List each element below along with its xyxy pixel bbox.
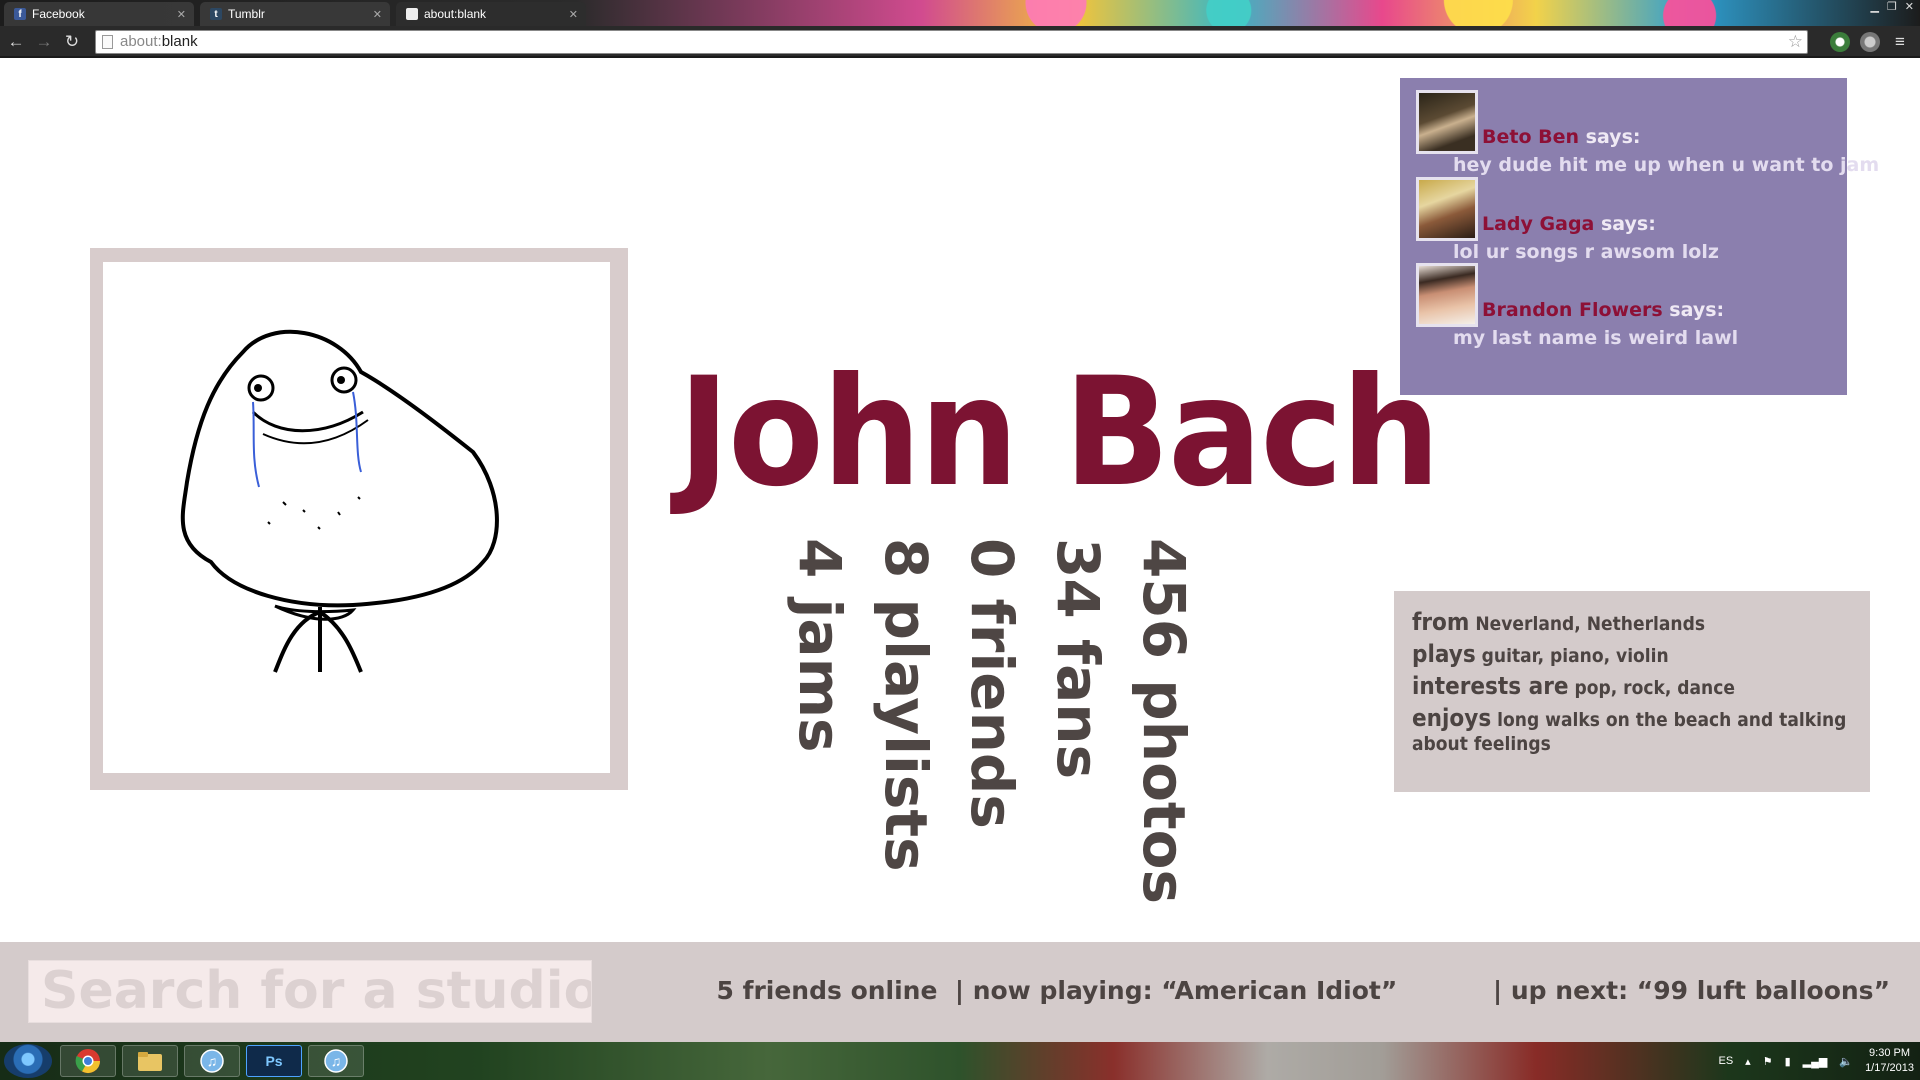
- about-plays: plays guitar, piano, violin: [1412, 640, 1669, 668]
- studio-search-input[interactable]: Search for a studio: [28, 960, 592, 1023]
- friends-online-link[interactable]: 5 friends online: [716, 976, 937, 1005]
- up-next[interactable]: | up next: “99 luft balloons”: [1493, 976, 1890, 1005]
- page-icon: [406, 8, 418, 20]
- avatar[interactable]: [1416, 263, 1478, 327]
- clock-date: 1/17/2013: [1865, 1062, 1914, 1074]
- battery-icon[interactable]: ▮: [1785, 1055, 1791, 1068]
- itunes-taskbar-icon[interactable]: ♫: [184, 1045, 240, 1077]
- url-scheme: about:: [120, 33, 162, 50]
- comments-panel: Beto Ben says: hey dude hit me up when u…: [1400, 78, 1879, 395]
- comment-item: Lady Gaga says: lol ur songs r awsom lol…: [1416, 177, 1836, 263]
- comment-item: Brandon Flowers says: my last name is we…: [1416, 263, 1836, 349]
- menu-icon[interactable]: ≡: [1890, 32, 1910, 52]
- avatar[interactable]: [1416, 90, 1478, 154]
- comment-text: my last name is weird lawl: [1453, 327, 1739, 349]
- bookmark-star-icon[interactable]: ☆: [1788, 31, 1803, 53]
- page-icon: [102, 35, 113, 49]
- close-window-icon[interactable]: ✕: [1905, 0, 1914, 13]
- comment-item: Beto Ben says: hey dude hit me up when u…: [1416, 90, 1879, 176]
- tab-strip: f Facebook ✕ t Tumblr ✕ about:blank ✕ ▁ …: [0, 0, 1920, 26]
- facebook-icon: f: [14, 8, 26, 20]
- reload-icon[interactable]: ↻: [62, 32, 82, 52]
- profile-photo: [103, 262, 610, 773]
- svg-text:♫: ♫: [331, 1053, 342, 1069]
- back-icon[interactable]: ←: [6, 32, 26, 52]
- restore-icon[interactable]: ❐: [1887, 0, 1897, 13]
- tab-about-blank[interactable]: about:blank ✕: [396, 2, 586, 26]
- avatar[interactable]: [1416, 177, 1478, 241]
- chrome-taskbar-icon[interactable]: [60, 1045, 116, 1077]
- chrome-icon: [75, 1049, 100, 1074]
- language-indicator[interactable]: ES: [1718, 1055, 1733, 1067]
- comment-author[interactable]: Beto Ben says:: [1482, 126, 1640, 148]
- address-bar[interactable]: about:blank ☆: [95, 30, 1808, 54]
- comment-text: lol ur songs r awsom lolz: [1453, 241, 1719, 263]
- profile-name: John Bach: [678, 346, 1441, 520]
- extension-icon[interactable]: [1860, 32, 1880, 52]
- about-panel: from Neverland, Netherlands plays guitar…: [1394, 591, 1870, 792]
- extension-icon[interactable]: [1830, 32, 1850, 52]
- about-enjoys-continued: about feelings: [1412, 733, 1551, 755]
- tab-tumblr[interactable]: t Tumblr ✕: [200, 2, 390, 26]
- tab-label: Facebook: [32, 7, 85, 21]
- about-from: from Neverland, Netherlands: [1412, 608, 1706, 636]
- now-playing[interactable]: | now playing: “American Idiot”: [955, 976, 1397, 1005]
- itunes-icon: ♫: [200, 1049, 224, 1073]
- stat-playlists[interactable]: 8 playlists: [870, 538, 942, 872]
- url-path: blank: [161, 33, 198, 50]
- comment-text: hey dude hit me up when u want to jam: [1453, 154, 1880, 176]
- tab-facebook[interactable]: f Facebook ✕: [4, 2, 194, 26]
- stat-jams[interactable]: 4 jams: [784, 538, 856, 848]
- close-icon[interactable]: ✕: [569, 8, 578, 21]
- tab-label: Tumblr: [228, 7, 265, 21]
- action-center-flag-icon[interactable]: ⚑: [1763, 1055, 1773, 1068]
- player-status: 5 friends online | now playing: “America…: [716, 976, 1890, 1005]
- minimize-icon[interactable]: ▁: [1870, 0, 1878, 13]
- itunes-icon: ♫: [324, 1049, 348, 1073]
- folder-icon: [138, 1052, 162, 1071]
- system-tray: ES ▴ ⚑ ▮ ▂▄▆ 🔈 9:30 PM 1/17/2013: [1718, 1046, 1914, 1076]
- tumblr-icon: t: [210, 8, 222, 20]
- explorer-taskbar-icon[interactable]: [122, 1045, 178, 1077]
- stat-fans[interactable]: 34 fans: [1042, 538, 1114, 848]
- clock[interactable]: 9:30 PM 1/17/2013: [1865, 1046, 1914, 1076]
- forever-alone-face-image: [180, 329, 499, 673]
- windows-taskbar: ♫ Ps ♫ ES ▴ ⚑ ▮ ▂▄▆ 🔈 9:30 PM 1/17/2013: [0, 1042, 1920, 1080]
- close-icon[interactable]: ✕: [177, 8, 186, 21]
- clock-time: 9:30 PM: [1869, 1047, 1911, 1059]
- comment-author[interactable]: Brandon Flowers says:: [1482, 299, 1724, 321]
- forward-icon[interactable]: →: [34, 32, 54, 52]
- window-controls: ▁ ❐ ✕: [1870, 0, 1914, 13]
- close-icon[interactable]: ✕: [373, 8, 382, 21]
- network-signal-icon[interactable]: ▂▄▆: [1803, 1055, 1828, 1068]
- stat-photos[interactable]: 456 photos: [1128, 538, 1200, 904]
- bottom-bar: Search for a studio 5 friends online | n…: [0, 942, 1920, 1042]
- photoshop-taskbar-icon[interactable]: Ps: [246, 1045, 302, 1077]
- tab-label: about:blank: [424, 7, 487, 21]
- stat-friends[interactable]: 0 friends: [956, 538, 1028, 848]
- svg-text:♫: ♫: [207, 1053, 218, 1069]
- volume-icon[interactable]: 🔈: [1839, 1055, 1853, 1068]
- profile-photo-frame: [90, 248, 628, 790]
- profile-stats: 456 photos 34 fans 0 friends 8 playlists…: [780, 538, 1200, 904]
- itunes-taskbar-icon-2[interactable]: ♫: [308, 1045, 364, 1077]
- about-interests: interests are pop, rock, dance: [1412, 672, 1735, 700]
- browser-toolbar: ← → ↻ about:blank ☆ ≡: [0, 26, 1920, 58]
- start-button[interactable]: [4, 1044, 52, 1078]
- show-hidden-icons-icon[interactable]: ▴: [1745, 1055, 1751, 1068]
- comment-author[interactable]: Lady Gaga says:: [1482, 213, 1656, 235]
